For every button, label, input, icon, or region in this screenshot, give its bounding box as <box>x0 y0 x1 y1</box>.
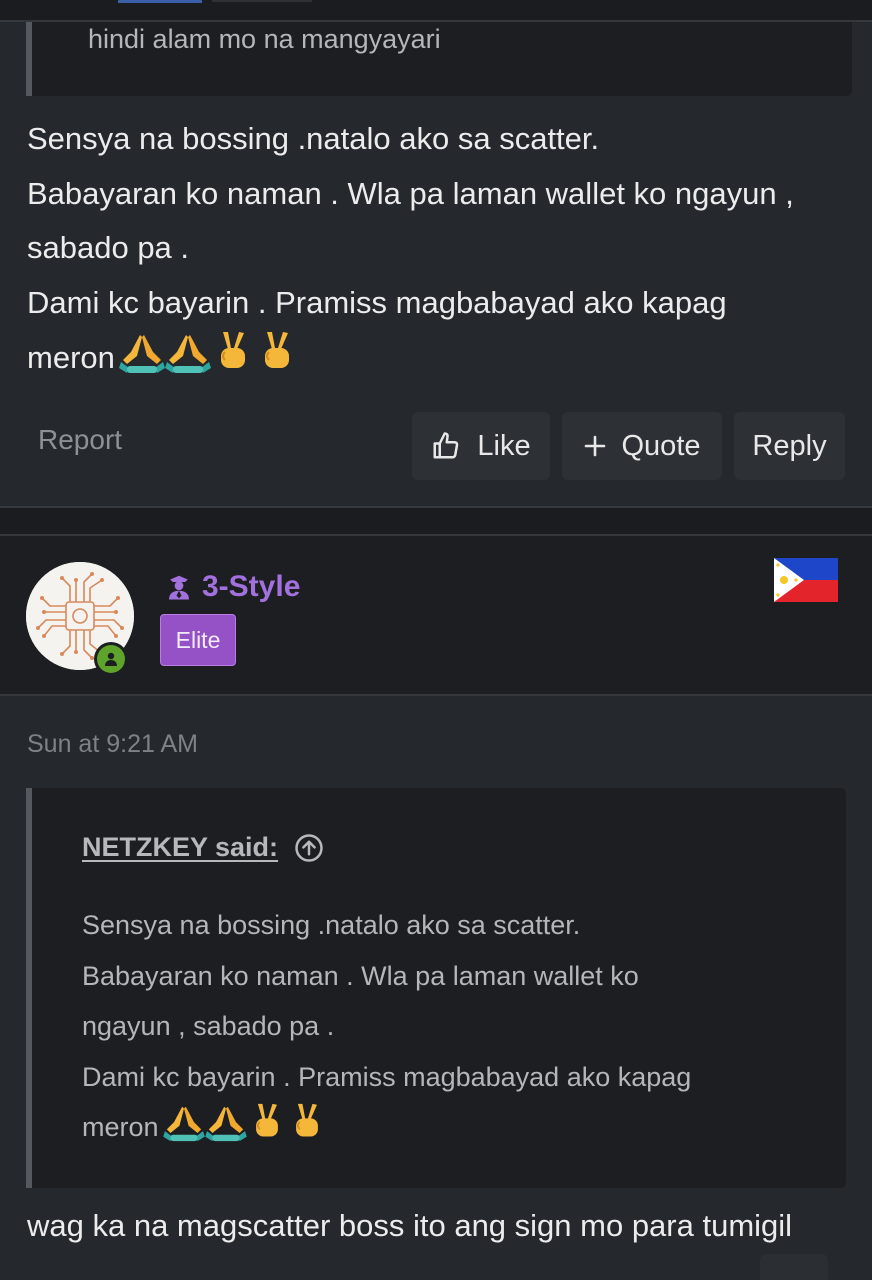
quote-line: ngayun , sabado pa . <box>82 1011 335 1041</box>
victory-hand-emoji <box>211 330 255 392</box>
top-nav-strip <box>0 0 872 22</box>
post-line-text: meron <box>27 340 115 375</box>
victory-hand-emoji <box>247 1102 287 1159</box>
thumbs-up-icon <box>431 431 461 461</box>
quote-line: Babayaran ko naman . Wla pa laman wallet… <box>82 960 639 991</box>
online-status-icon <box>94 642 128 676</box>
quote-button[interactable]: Quote <box>562 412 722 480</box>
post-line-last: meron <box>27 330 847 392</box>
like-button[interactable]: Like <box>412 412 550 480</box>
like-label: Like <box>477 429 531 462</box>
folded-hands-emoji <box>164 332 211 392</box>
quote-text: hindi alam mo na mangyayari <box>88 24 441 54</box>
emoji-row <box>118 330 299 392</box>
quote-line-text: meron <box>82 1112 159 1142</box>
quote-block[interactable]: hindi alam mo na mangyayari <box>26 22 852 96</box>
emoji-row <box>162 1102 327 1159</box>
post-separator <box>0 506 872 536</box>
person-icon <box>164 572 194 602</box>
quote-label: Quote <box>621 429 701 462</box>
partial-button[interactable] <box>760 1254 828 1280</box>
report-link[interactable]: Report <box>38 424 122 456</box>
reply-label: Reply <box>752 429 827 462</box>
folded-hands-emoji <box>162 1104 205 1159</box>
post-line: Dami kc bayarin . Pramiss magbabayad ako… <box>27 284 727 320</box>
quote-body: Sensya na bossing .natalo ako sa scatter… <box>82 900 802 1159</box>
quote-line: Sensya na bossing .natalo ako sa scatter… <box>82 910 581 940</box>
post: Sun at 9:21 AM NETZKEY said: Sensya na b… <box>0 696 872 1280</box>
post-actions: Report Like Quote Reply <box>0 410 872 482</box>
post-timestamp[interactable]: Sun at 9:21 AM <box>27 730 198 759</box>
post-user-header: 3-Style Elite <box>0 536 872 696</box>
reply-button[interactable]: Reply <box>734 412 845 480</box>
previous-post: hindi alam mo na mangyayari Sensya na bo… <box>0 22 872 506</box>
victory-hand-emoji <box>287 1102 327 1159</box>
post-body: wag ka na magscatter boss ito ang sign m… <box>27 1208 793 1243</box>
post-line: sabado pa . <box>27 230 190 265</box>
arrow-up-circle-icon[interactable] <box>294 833 324 863</box>
nav-tab-indicator[interactable] <box>118 0 202 3</box>
post-line: Babayaran ko naman . Wla pa laman wallet… <box>27 175 794 211</box>
username-link[interactable]: 3-Style <box>164 570 300 604</box>
philippines-flag <box>774 558 838 607</box>
quote-block[interactable]: NETZKEY said: Sensya na bossing .natalo … <box>26 788 846 1188</box>
quote-author-link[interactable]: NETZKEY said: <box>82 832 278 863</box>
folded-hands-emoji <box>204 1104 247 1159</box>
quote-attribution[interactable]: NETZKEY said: <box>82 832 324 863</box>
post-body: Sensya na bossing .natalo ako sa scatter… <box>27 112 847 392</box>
nav-tab-indicator[interactable] <box>212 0 312 2</box>
folded-hands-emoji <box>118 332 165 392</box>
username: 3-Style <box>202 570 301 603</box>
plus-icon <box>584 435 606 457</box>
victory-hand-emoji <box>255 330 299 392</box>
user-title-badge: Elite <box>160 614 236 666</box>
post-line: Sensya na bossing .natalo ako sa scatter… <box>27 121 600 156</box>
quote-line-last: meron <box>82 1102 802 1159</box>
quote-line: Dami kc bayarin . Pramiss magbabayad ako… <box>82 1061 692 1092</box>
